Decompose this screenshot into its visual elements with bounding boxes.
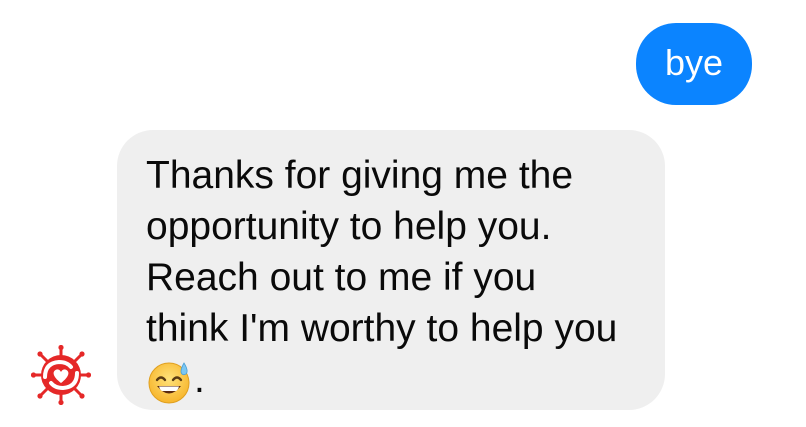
incoming-message-bubble[interactable]: Thanks for giving me the opportunity to … xyxy=(117,130,665,410)
incoming-message-line: opportunity to help you. xyxy=(146,205,552,248)
incoming-message-suffix: . xyxy=(194,358,205,401)
incoming-message-line: Reach out to me if you xyxy=(146,256,537,299)
outgoing-message-text: bye xyxy=(664,42,724,83)
outgoing-message-bubble[interactable]: bye xyxy=(636,23,752,105)
grinning-face-with-sweat-icon xyxy=(146,359,192,405)
heart-hands-virus-logo-icon[interactable] xyxy=(30,344,92,406)
incoming-message-line: Thanks for giving me the xyxy=(146,154,574,197)
incoming-message-emoji-line: . xyxy=(146,354,645,405)
incoming-message-line: think I'm worthy to help you xyxy=(146,307,618,350)
